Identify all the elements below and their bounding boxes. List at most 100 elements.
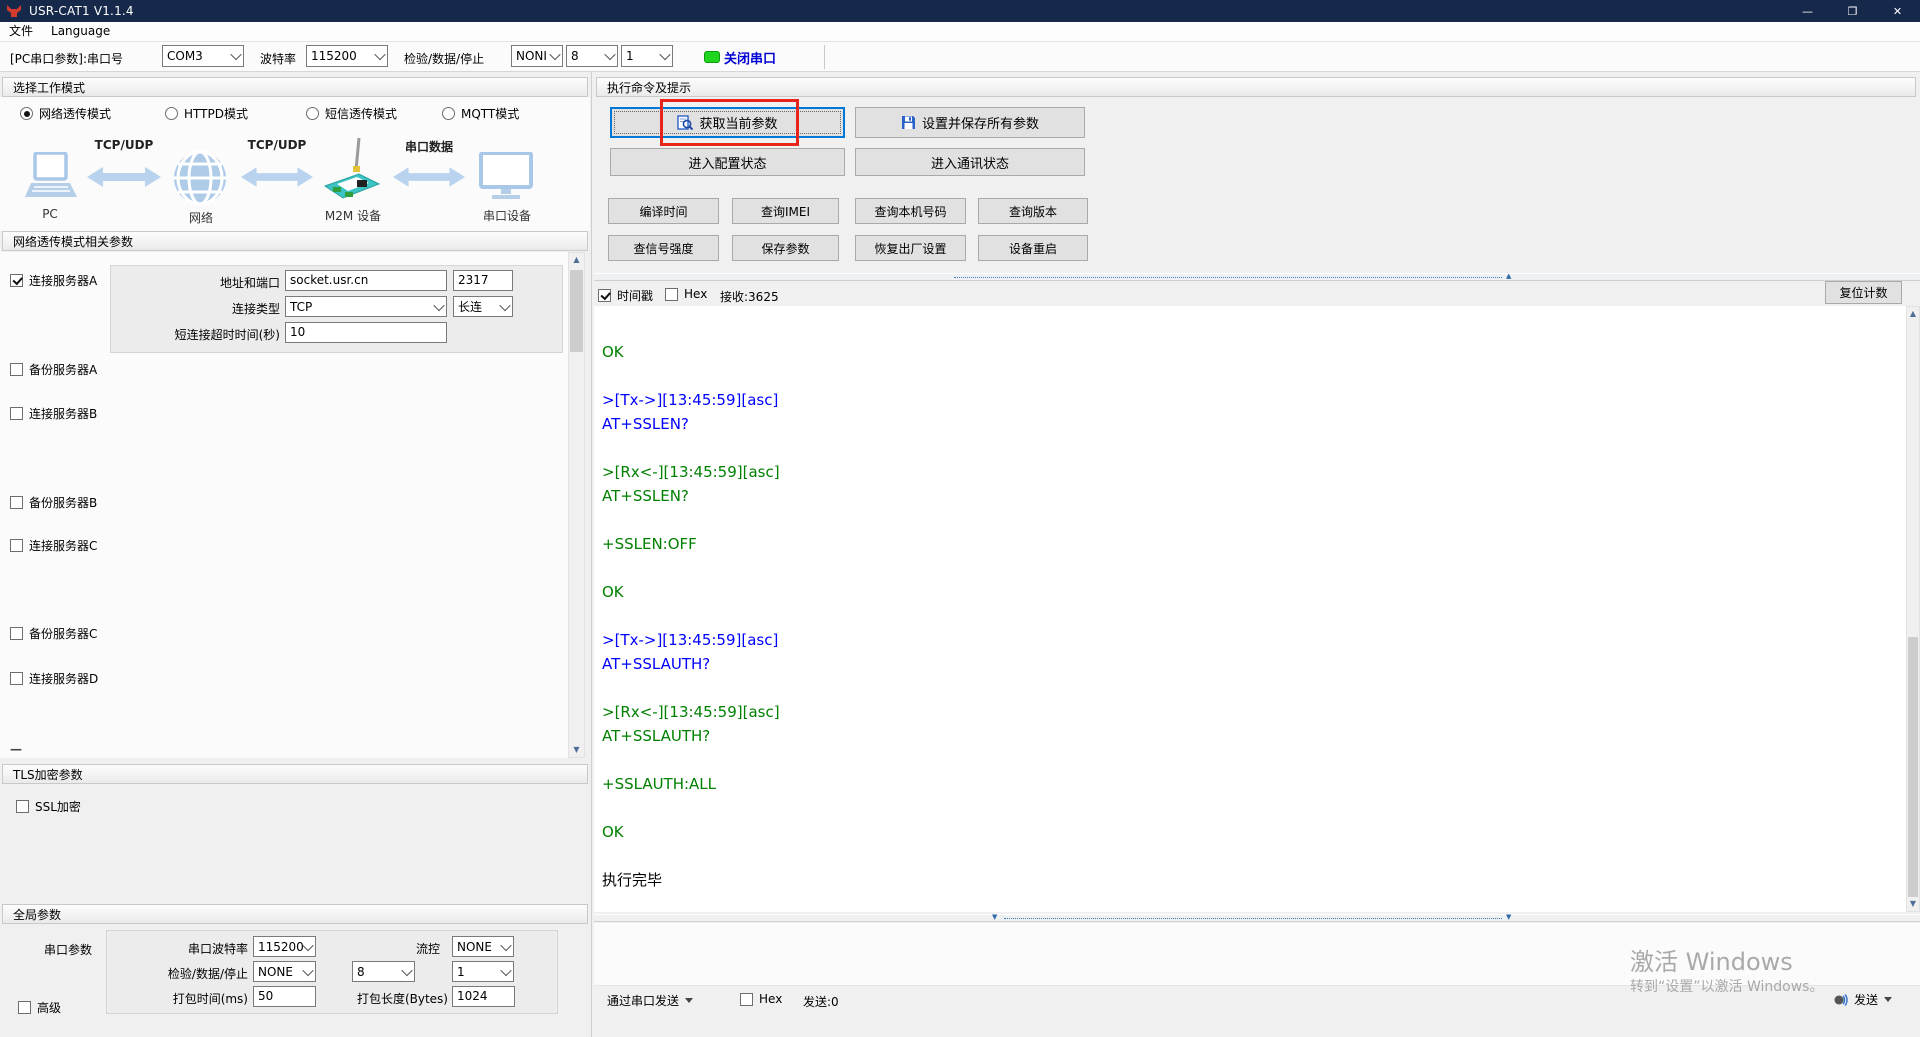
g-stopbits-select[interactable]: 1 — [452, 961, 514, 982]
enter-config-button[interactable]: 进入配置状态 — [610, 148, 845, 176]
serial-toolbar: [PC串口参数]:串口号 COM3 波特率 115200 检验/数据/停止 NO… — [0, 42, 1920, 72]
g-baud-select[interactable]: 115200 — [253, 936, 316, 957]
checkbox-server-0[interactable]: 备份服务器A — [10, 361, 97, 378]
checkbox-server-2[interactable]: 备份服务器B — [10, 494, 97, 511]
menu-bar: 文件 Language — [0, 22, 1920, 42]
section-net-params: 网络透传模式相关参数 — [2, 231, 588, 251]
work-mode-option-label: MQTT模式 — [461, 105, 519, 122]
console-line — [602, 604, 1906, 628]
com-port-select[interactable]: COM3 — [162, 45, 244, 67]
stopbits-select[interactable]: 1 — [621, 45, 673, 67]
checkbox-icon — [740, 993, 753, 1006]
console-scrollbar[interactable]: ▲ ▼ — [1906, 306, 1920, 912]
scroll-up-icon[interactable]: ▲ — [1907, 307, 1919, 321]
flow-select[interactable]: NONE — [452, 936, 514, 957]
checkbox-server-4[interactable]: 备份服务器C — [10, 625, 97, 642]
pack-len-input[interactable]: 1024 — [452, 986, 515, 1007]
section-work-mode: 选择工作模式 — [2, 77, 588, 97]
link-label-tcp2: TCP/UDP — [240, 138, 314, 152]
short-timeout-input[interactable]: 10 — [285, 322, 447, 343]
scroll-up-icon[interactable]: ▲ — [569, 253, 584, 267]
command-button-5[interactable]: 保存参数 — [732, 235, 839, 261]
console-line — [602, 844, 1906, 868]
parity-select[interactable]: NONI — [511, 45, 563, 67]
send-textarea[interactable] — [594, 923, 1920, 986]
command-button-3[interactable]: 查询版本 — [978, 198, 1088, 224]
server-address-input[interactable]: socket.usr.cn — [285, 270, 447, 291]
command-button-label: 保存参数 — [761, 240, 809, 257]
command-button-7[interactable]: 设备重启 — [978, 235, 1088, 261]
scroll-down-icon[interactable]: ▼ — [1907, 897, 1919, 911]
double-arrow-icon — [86, 166, 162, 191]
enter-comm-button[interactable]: 进入通讯状态 — [855, 148, 1085, 176]
work-mode-option-1[interactable]: HTTPD模式 — [165, 105, 248, 122]
close-button[interactable]: ✕ — [1875, 0, 1920, 22]
checkbox-connect-server-a[interactable]: 连接服务器A — [10, 272, 97, 289]
checkbox-recv-hex[interactable]: Hex — [665, 287, 707, 301]
keep-mode-select[interactable]: 长连 — [453, 296, 513, 317]
radio-icon — [20, 107, 33, 120]
console-line: 执行完毕 — [602, 868, 1906, 892]
checkbox-timestamp[interactable]: 时间戳 — [598, 287, 653, 304]
baud-select[interactable]: 115200 — [306, 45, 388, 67]
scrollbar-thumb[interactable] — [1908, 637, 1918, 897]
work-mode-option-0[interactable]: 网络透传模式 — [20, 105, 111, 122]
checkbox-server-3[interactable]: 连接服务器C — [10, 537, 97, 554]
server-checkbox-label: 连接服务器B — [29, 405, 97, 422]
close-port-button[interactable]: 关闭串口 — [724, 48, 776, 67]
get-params-button[interactable]: 获取当前参数 — [610, 107, 845, 138]
pack-time-input[interactable]: 50 — [253, 986, 316, 1007]
splitter-collapse-up-icon[interactable]: ▲ — [1506, 272, 1511, 280]
checkbox-icon — [16, 800, 29, 813]
command-button-4[interactable]: 查信号强度 — [608, 235, 719, 261]
top-splitter[interactable]: ▲ — [594, 273, 1920, 281]
maximize-button[interactable]: ❐ — [1830, 0, 1875, 22]
checkbox-server-1[interactable]: 连接服务器B — [10, 405, 97, 422]
work-mode-option-3[interactable]: MQTT模式 — [442, 105, 519, 122]
command-button-2[interactable]: 查询本机号码 — [855, 198, 966, 224]
send-button[interactable]: 发送 — [1833, 991, 1892, 1008]
app-logo-icon — [7, 5, 21, 17]
checkbox-ssl[interactable]: SSL加密 — [16, 798, 81, 815]
console-log[interactable]: OK >[Tx->][13:45:59][asc]AT+SSLEN? >[Rx<… — [594, 306, 1906, 912]
command-button-0[interactable]: 编译时间 — [608, 198, 719, 224]
send-via-serial-button[interactable]: 通过串口发送 — [607, 992, 693, 1009]
console-line — [602, 364, 1906, 388]
menu-file[interactable]: 文件 — [0, 22, 42, 41]
checkbox-server-5[interactable]: 连接服务器D — [10, 670, 98, 687]
work-mode-option-2[interactable]: 短信透传模式 — [306, 105, 397, 122]
command-button-1[interactable]: 查询IMEI — [732, 198, 839, 224]
chevron-down-icon — [549, 49, 560, 60]
splitter-collapse-down-icon[interactable]: ▼ — [992, 913, 997, 921]
radio-icon — [442, 107, 455, 120]
laptop-icon — [24, 152, 78, 205]
checkbox-send-hex[interactable]: Hex — [740, 992, 782, 1006]
node-label-m2m: M2M 设备 — [318, 207, 388, 224]
bottom-splitter[interactable]: ▼ ▼ — [594, 914, 1920, 922]
reset-counter-button[interactable]: 复位计数 — [1825, 281, 1902, 304]
console-line — [602, 556, 1906, 580]
console-line: >[Tx->][13:45:59][asc] — [602, 388, 1906, 412]
command-button-label: 查询本机号码 — [874, 203, 946, 220]
scroll-down-icon[interactable]: ▼ — [569, 743, 584, 757]
menu-language[interactable]: Language — [42, 22, 119, 41]
checkbox-advanced[interactable]: 高级 — [18, 999, 61, 1016]
title-bar: USR-CAT1 V1.1.4 — ❐ ✕ — [0, 0, 1920, 22]
g-parity-select[interactable]: NONE — [253, 961, 316, 982]
set-save-params-button[interactable]: 设置并保存所有参数 — [855, 107, 1085, 138]
minimize-button[interactable]: — — [1785, 0, 1830, 22]
transmit-icon — [1833, 992, 1848, 1007]
section-global: 全局参数 — [2, 904, 588, 924]
console-line: >[Rx<-][13:45:59][asc] — [602, 460, 1906, 484]
conn-type-select[interactable]: TCP — [285, 296, 447, 317]
scrollbar-thumb[interactable] — [570, 270, 583, 352]
splitter-collapse-down-icon[interactable]: ▼ — [1506, 913, 1511, 921]
flow-label: 流控 — [380, 940, 440, 957]
g-databits-select[interactable]: 8 — [352, 961, 415, 982]
server-port-input[interactable]: 2317 — [453, 270, 513, 291]
panel-divider[interactable] — [591, 71, 592, 1037]
databits-select[interactable]: 8 — [566, 45, 618, 67]
command-button-6[interactable]: 恢复出厂设置 — [855, 235, 966, 261]
params-scrollbar[interactable]: ▲ ▼ — [568, 252, 585, 758]
server-checkbox-label: 连接服务器D — [29, 670, 98, 687]
